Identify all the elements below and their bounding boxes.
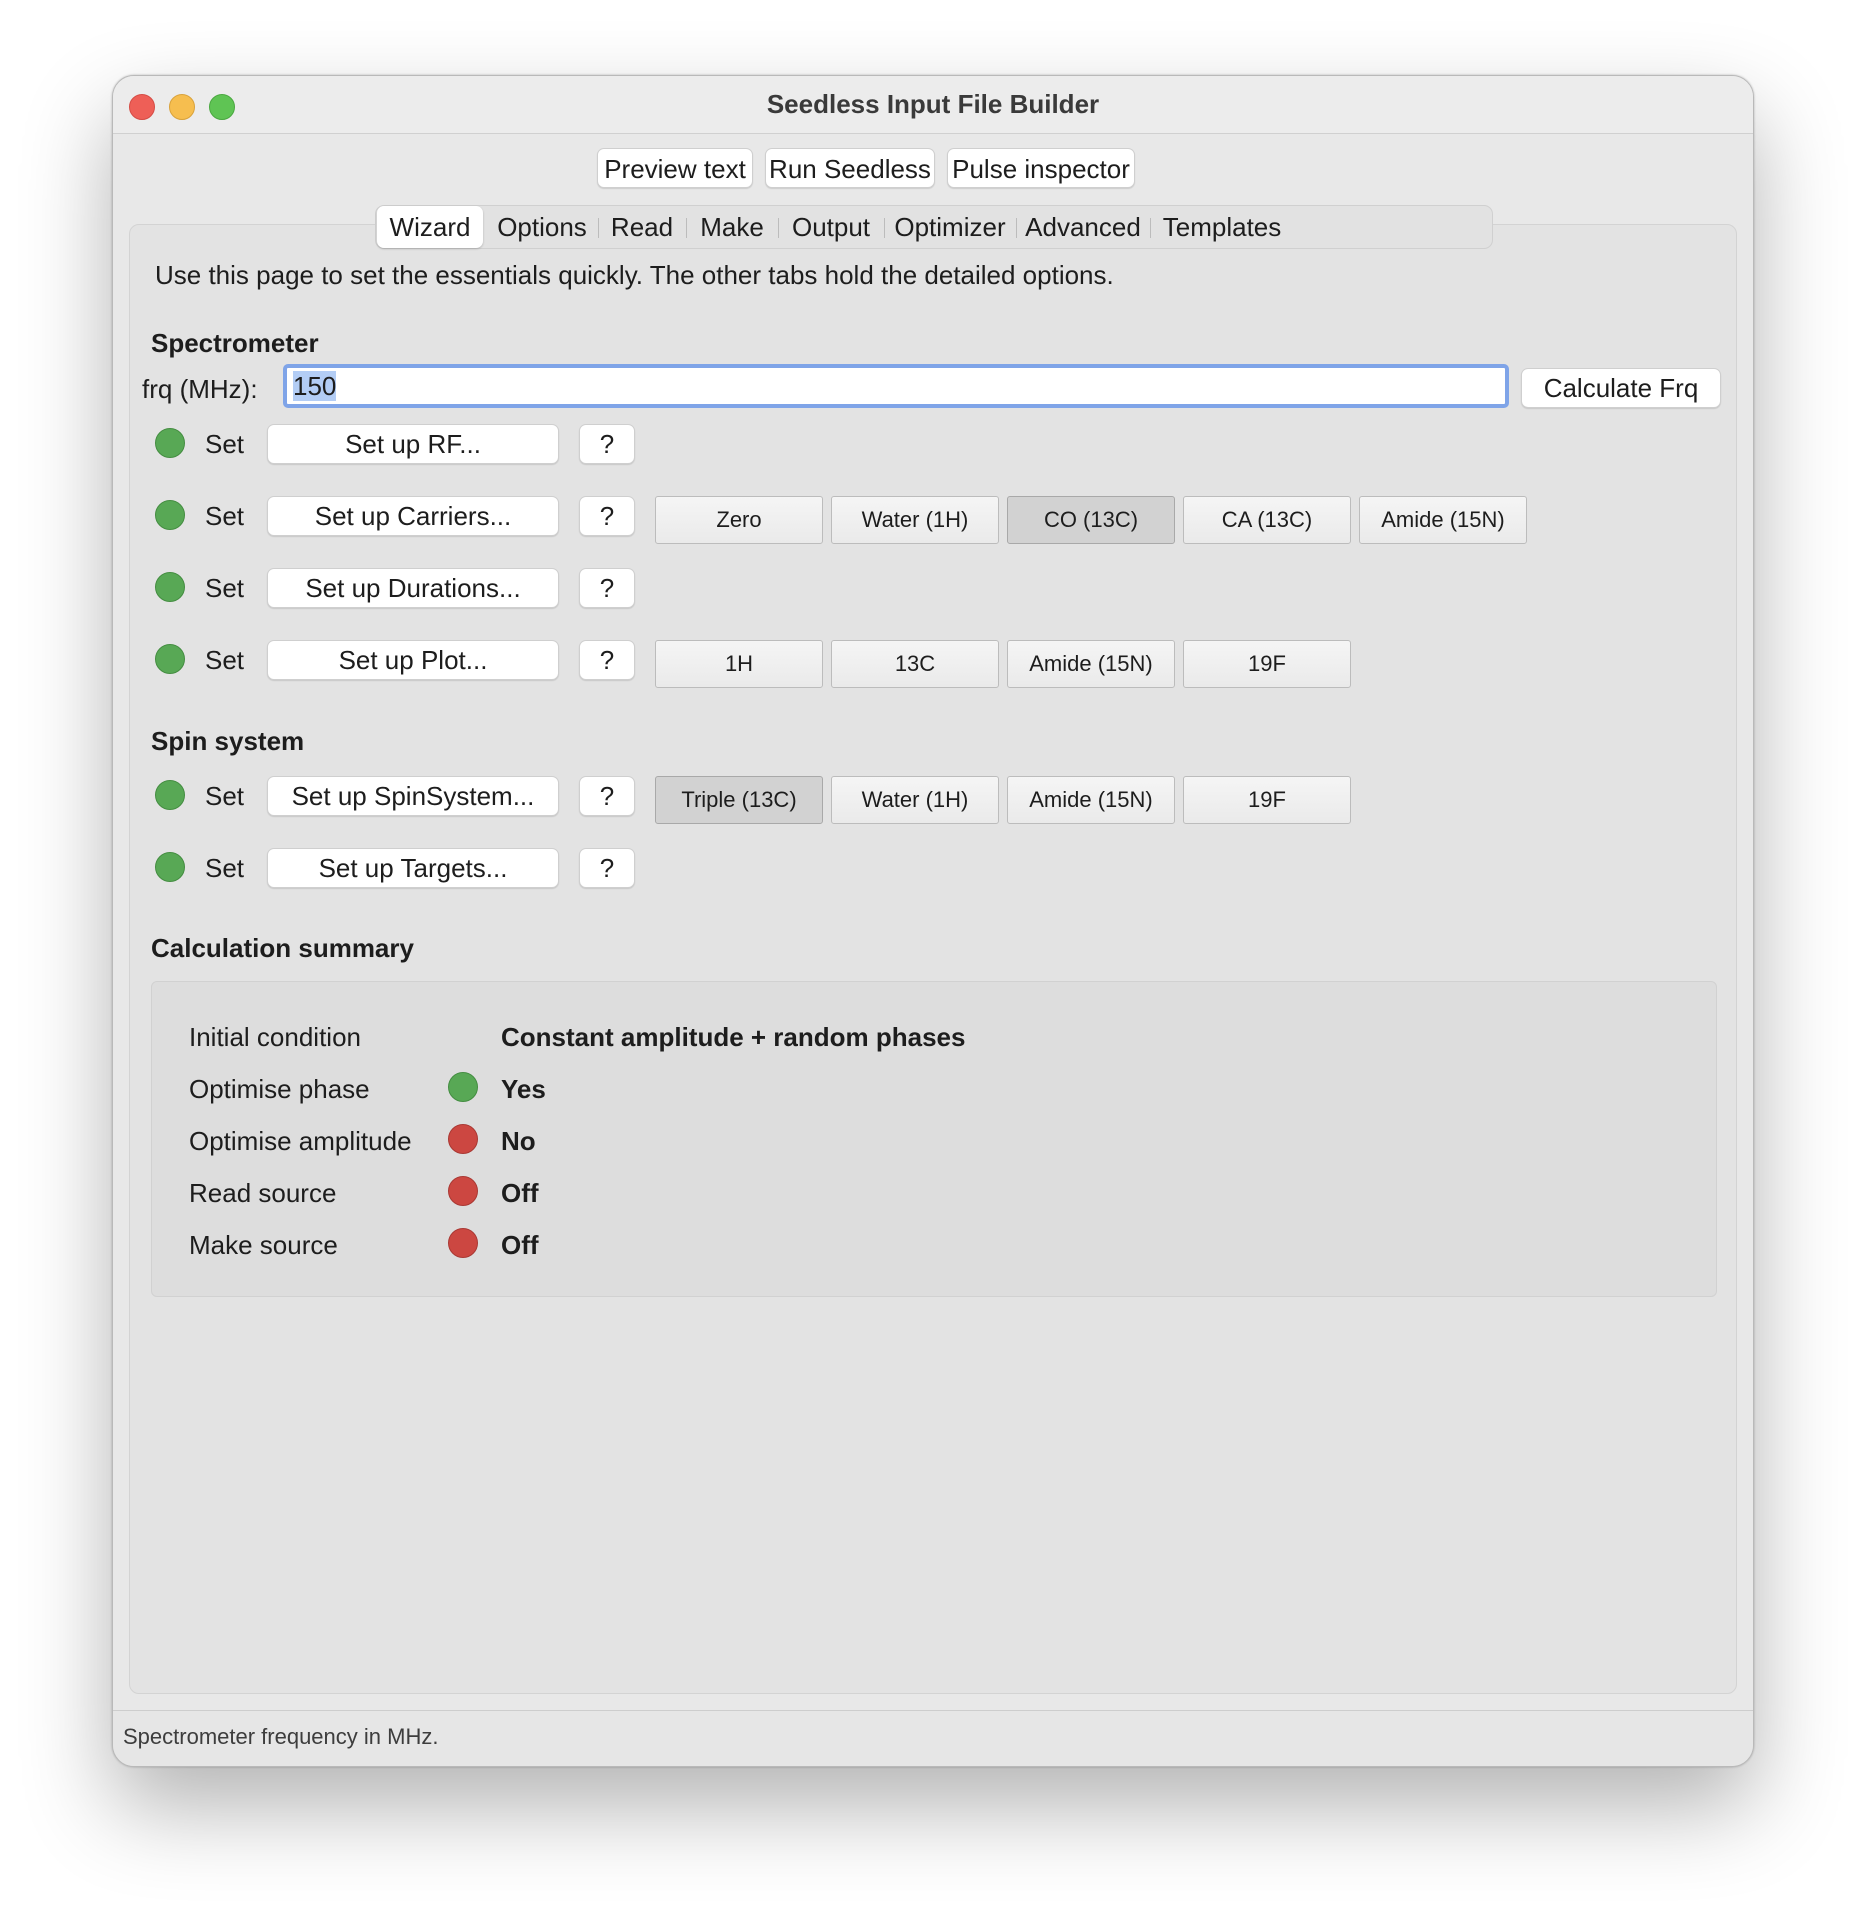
summary-value-make-source: Off bbox=[501, 1230, 539, 1260]
carrier-preset-zero[interactable]: Zero bbox=[655, 496, 823, 544]
rf-status-text: Set bbox=[205, 429, 245, 459]
durations-status-text: Set bbox=[205, 573, 245, 603]
durations-status-indicator bbox=[155, 572, 185, 602]
carriers-status-text: Set bbox=[205, 501, 245, 531]
make-source-indicator bbox=[448, 1228, 478, 1258]
carriers-status-indicator bbox=[155, 500, 185, 530]
spectrometer-heading: Spectrometer bbox=[151, 328, 319, 358]
status-bar: Spectrometer frequency in MHz. bbox=[113, 1710, 1753, 1766]
tab-divider bbox=[884, 218, 885, 238]
title-bar: Seedless Input File Builder bbox=[113, 76, 1753, 134]
targets-status-indicator bbox=[155, 852, 185, 882]
tab-divider bbox=[778, 218, 779, 238]
app-window: Seedless Input File Builder Preview text… bbox=[112, 75, 1754, 1767]
rf-status-indicator bbox=[155, 428, 185, 458]
tab-divider bbox=[1016, 218, 1017, 238]
read-source-indicator bbox=[448, 1176, 478, 1206]
spin-preset-amide[interactable]: Amide (15N) bbox=[1007, 776, 1175, 824]
set-up-carriers-button[interactable]: Set up Carriers... bbox=[267, 496, 559, 536]
summary-value-optimise-phase: Yes bbox=[501, 1074, 546, 1104]
plot-status-indicator bbox=[155, 644, 185, 674]
carrier-preset-water[interactable]: Water (1H) bbox=[831, 496, 999, 544]
summary-label-read-source: Read source bbox=[189, 1178, 337, 1208]
summary-label-initial-condition: Initial condition bbox=[189, 1022, 361, 1052]
frq-input[interactable]: 150 bbox=[283, 364, 1509, 408]
summary-value-optimise-amplitude: No bbox=[501, 1126, 536, 1156]
tab-divider bbox=[686, 218, 687, 238]
wizard-intro-text: Use this page to set the essentials quic… bbox=[155, 260, 1114, 290]
spin-preset-19f[interactable]: 19F bbox=[1183, 776, 1351, 824]
targets-help-button[interactable]: ? bbox=[579, 848, 635, 888]
spinsystem-status-indicator bbox=[155, 780, 185, 810]
set-up-durations-button[interactable]: Set up Durations... bbox=[267, 568, 559, 608]
tab-wizard[interactable]: Wizard bbox=[377, 206, 483, 248]
run-seedless-button[interactable]: Run Seedless bbox=[765, 148, 935, 188]
carrier-preset-co[interactable]: CO (13C) bbox=[1007, 496, 1175, 544]
carrier-preset-amide[interactable]: Amide (15N) bbox=[1359, 496, 1527, 544]
rf-help-button[interactable]: ? bbox=[579, 424, 635, 464]
plot-preset-1h[interactable]: 1H bbox=[655, 640, 823, 688]
tab-advanced[interactable]: Advanced bbox=[1020, 206, 1146, 248]
status-bar-text: Spectrometer frequency in MHz. bbox=[123, 1724, 439, 1749]
calculation-summary-panel: Initial condition Constant amplitude + r… bbox=[151, 981, 1717, 1297]
durations-help-button[interactable]: ? bbox=[579, 568, 635, 608]
plot-preset-amide[interactable]: Amide (15N) bbox=[1007, 640, 1175, 688]
calculation-summary-heading: Calculation summary bbox=[151, 933, 414, 963]
plot-preset-13c[interactable]: 13C bbox=[831, 640, 999, 688]
summary-label-make-source: Make source bbox=[189, 1230, 338, 1260]
optimise-amplitude-indicator bbox=[448, 1124, 478, 1154]
frq-label: frq (MHz): bbox=[142, 374, 258, 404]
spinsystem-status-text: Set bbox=[205, 781, 245, 811]
plot-preset-19f[interactable]: 19F bbox=[1183, 640, 1351, 688]
frq-value: 150 bbox=[293, 371, 337, 401]
tab-divider bbox=[598, 218, 599, 238]
summary-value-initial-condition: Constant amplitude + random phases bbox=[501, 1022, 966, 1052]
tab-bar: Wizard Options Read Make Output Optimize… bbox=[375, 205, 1493, 249]
set-up-spinsystem-button[interactable]: Set up SpinSystem... bbox=[267, 776, 559, 816]
calculate-frq-button[interactable]: Calculate Frq bbox=[1521, 368, 1721, 408]
preview-text-button[interactable]: Preview text bbox=[597, 148, 753, 188]
summary-value-read-source: Off bbox=[501, 1178, 539, 1208]
summary-label-optimise-phase: Optimise phase bbox=[189, 1074, 370, 1104]
tab-read[interactable]: Read bbox=[602, 206, 682, 248]
carrier-preset-ca[interactable]: CA (13C) bbox=[1183, 496, 1351, 544]
set-up-rf-button[interactable]: Set up RF... bbox=[267, 424, 559, 464]
tab-optimizer[interactable]: Optimizer bbox=[888, 206, 1012, 248]
optimise-phase-indicator bbox=[448, 1072, 478, 1102]
targets-status-text: Set bbox=[205, 853, 245, 883]
set-up-targets-button[interactable]: Set up Targets... bbox=[267, 848, 559, 888]
spinsystem-help-button[interactable]: ? bbox=[579, 776, 635, 816]
spin-system-heading: Spin system bbox=[151, 726, 305, 756]
spin-preset-water[interactable]: Water (1H) bbox=[831, 776, 999, 824]
carriers-help-button[interactable]: ? bbox=[579, 496, 635, 536]
window-title: Seedless Input File Builder bbox=[766, 89, 1100, 119]
tab-output[interactable]: Output bbox=[782, 206, 880, 248]
tab-options[interactable]: Options bbox=[490, 206, 594, 248]
summary-label-optimise-amplitude: Optimise amplitude bbox=[189, 1126, 412, 1156]
spin-preset-triple[interactable]: Triple (13C) bbox=[655, 776, 823, 824]
pulse-inspector-button[interactable]: Pulse inspector bbox=[947, 148, 1135, 188]
tab-divider bbox=[1150, 218, 1151, 238]
tab-make[interactable]: Make bbox=[690, 206, 774, 248]
set-up-plot-button[interactable]: Set up Plot... bbox=[267, 640, 559, 680]
plot-status-text: Set bbox=[205, 645, 245, 675]
plot-help-button[interactable]: ? bbox=[579, 640, 635, 680]
tab-templates[interactable]: Templates bbox=[1154, 206, 1290, 248]
